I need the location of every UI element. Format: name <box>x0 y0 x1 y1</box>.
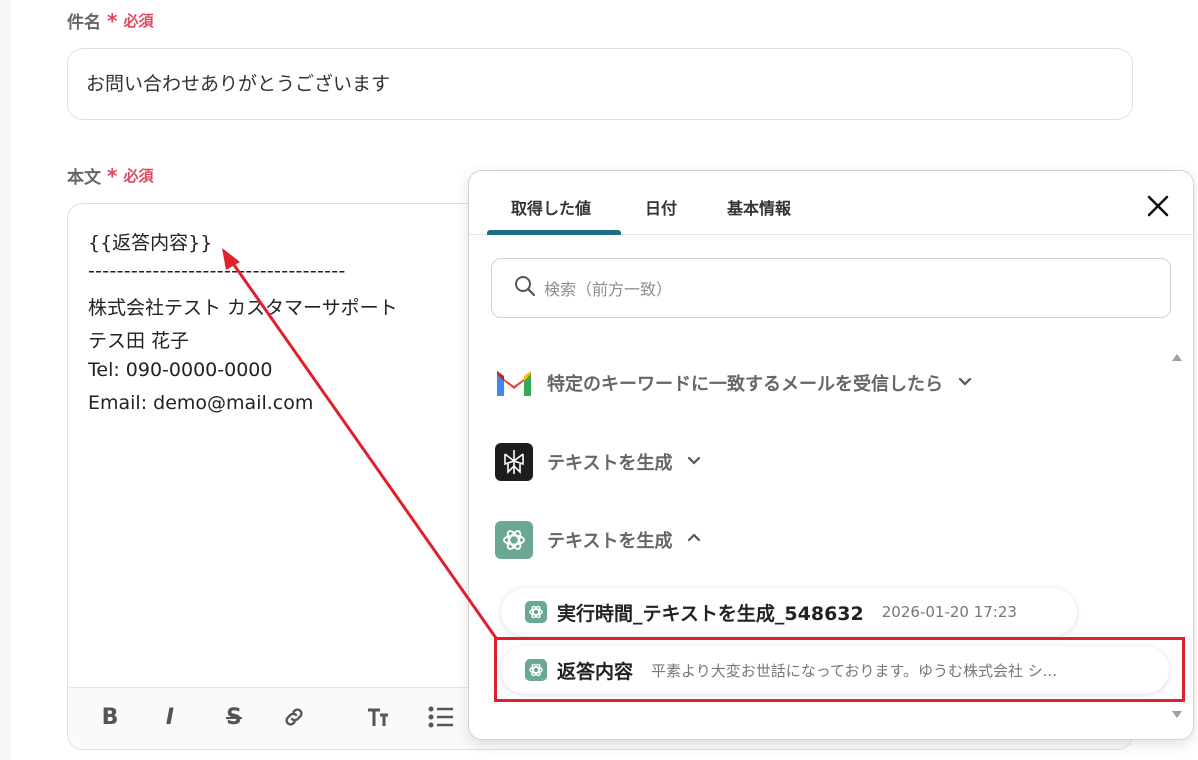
italic-icon[interactable]: I <box>155 702 185 732</box>
scroll-up-arrow[interactable] <box>1171 347 1183 361</box>
group-title: テキストを生成 <box>547 531 673 552</box>
gmail-icon <box>495 364 533 402</box>
subject-value: お問い合わせありがとうございます <box>86 73 391 95</box>
openai-icon <box>495 521 533 559</box>
group-gmail-trigger[interactable]: 特定のキーワードに一致するメールを受信したら <box>495 364 973 402</box>
scroll-down-arrow[interactable] <box>1171 705 1183 718</box>
chevron-down-icon <box>957 373 973 393</box>
openai-icon <box>525 659 547 681</box>
list-icon[interactable] <box>426 702 456 732</box>
value-item-response-content[interactable]: 返答内容 平素より大変お世話になっております。ゆうむ株式会社 シ... <box>501 646 1169 694</box>
openai-icon <box>525 601 547 623</box>
body-line: テス田 花子 <box>88 330 190 352</box>
body-line: Tel: 090-0000-0000 <box>88 359 273 381</box>
value-item-name: 返答内容 <box>557 660 634 683</box>
tab-basic-info[interactable]: 基本情報 <box>727 195 791 219</box>
required-text: 必須 <box>123 167 154 185</box>
search-placeholder: 検索（前方一致） <box>544 280 673 299</box>
body-line: Email: demo@mail.com <box>88 392 314 414</box>
value-item-execution-time[interactable]: 実行時間_テキストを生成_548632 2026-01-20 17:23 <box>501 588 1077 636</box>
chevron-down-icon <box>686 452 702 472</box>
value-item-preview: 2026-01-20 17:23 <box>881 603 1017 621</box>
required-mark: * <box>107 163 118 188</box>
bold-icon[interactable]: B <box>95 702 125 732</box>
tab-acquired-values[interactable]: 取得した値 <box>511 195 591 219</box>
body-line: 株式会社テスト カスタマーサポート <box>88 297 398 319</box>
group-title: 特定のキーワードに一致するメールを受信したら <box>547 374 943 395</box>
required-mark: * <box>107 8 118 33</box>
search-icon <box>514 275 536 301</box>
body-line: {{返答内容}} <box>88 232 213 254</box>
body-line: ------------------------------------ <box>88 260 346 282</box>
value-item-preview: 平素より大変お世話になっております。ゆうむ株式会社 シ... <box>651 661 1058 680</box>
close-icon[interactable] <box>1145 193 1171 219</box>
strikethrough-icon[interactable]: S <box>219 702 249 732</box>
body-label-text: 本文 <box>67 168 101 188</box>
body-label: 本文 * 必須 <box>67 163 154 189</box>
group-openai[interactable]: テキストを生成 <box>495 521 702 559</box>
required-text: 必須 <box>123 12 154 30</box>
perplexity-icon <box>495 443 533 481</box>
active-tab-indicator <box>487 230 621 235</box>
subject-input[interactable]: お問い合わせありがとうございます <box>67 48 1133 120</box>
subject-label: 件名 * 必須 <box>67 8 154 34</box>
search-input[interactable]: 検索（前方一致） <box>491 258 1171 318</box>
subject-label-text: 件名 <box>67 13 101 33</box>
group-title: テキストを生成 <box>547 453 673 474</box>
text-size-icon[interactable] <box>363 702 393 732</box>
group-perplexity[interactable]: テキストを生成 <box>495 443 702 481</box>
link-icon[interactable] <box>279 702 309 732</box>
tab-bar: 取得した値 日付 基本情報 <box>469 171 1193 235</box>
value-item-name: 実行時間_テキストを生成_548632 <box>557 602 864 625</box>
chevron-up-icon <box>686 530 702 550</box>
tab-date[interactable]: 日付 <box>645 195 677 219</box>
value-picker-popup: 取得した値 日付 基本情報 検索（前方一致） 特定のキーワードに一致するメールを… <box>468 170 1194 740</box>
